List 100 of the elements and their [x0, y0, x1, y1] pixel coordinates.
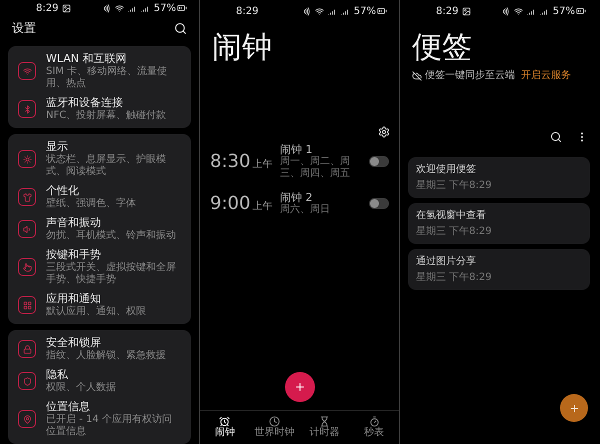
settings-item-subtitle: 指纹、人脸解锁、紧急救援 [46, 350, 166, 362]
settings-item-subtitle: 已开启 - 14 个应用有权访问位置信息 [46, 414, 173, 438]
settings-item[interactable]: 隐私 权限、个人数据 [8, 365, 191, 397]
settings-item[interactable]: 蓝牙和设备连接 NFC、投射屏幕、触碰付款 [8, 93, 191, 125]
signal-icon [540, 6, 549, 16]
note-date: 星期三 下午8:29 [416, 180, 493, 192]
note-card[interactable]: 欢迎使用便签 星期三 下午8:29 [408, 157, 590, 198]
note-title: 在氢视窗中查看 [416, 209, 487, 222]
settings-item-title: 蓝牙和设备连接 [46, 96, 124, 110]
settings-item[interactable]: WLAN 和互联网 SIM 卡、移动网络、流量使用、热点 [8, 49, 191, 93]
settings-item-subtitle: 三段式开关、虚拟按键和全屏手势、快捷手势 [46, 262, 177, 286]
settings-item-subtitle: 状态栏、息屏显示、护眼模式、阅读模式 [46, 154, 167, 178]
battery-icon [576, 6, 586, 16]
wifi-icon [114, 4, 124, 13]
speaker-icon [18, 220, 36, 238]
settings-icon[interactable] [378, 126, 390, 138]
nav-tab[interactable]: 闹钟 [200, 411, 250, 444]
note-card[interactable]: 通过图片分享 星期三 下午8:29 [408, 249, 590, 290]
note-title: 通过图片分享 [416, 255, 477, 268]
settings-item[interactable]: 个性化 壁纸、强调色、字体 [8, 181, 191, 213]
wifi-icon [514, 6, 523, 16]
settings-item-title: 应用和通知 [46, 292, 102, 306]
wifi-icon [314, 6, 324, 16]
settings-item-subtitle: 默认应用、通知、权限 [46, 306, 146, 318]
settings-item-title: 隐私 [46, 368, 69, 382]
settings-item[interactable]: 按键和手势 三段式开关、虚拟按键和全屏手势、快捷手势 [8, 245, 191, 289]
enable-cloud-link[interactable]: 开启云服务 [521, 68, 571, 83]
settings-item-subtitle: SIM 卡、移动网络、流量使用、热点 [46, 66, 168, 90]
stopwatch-icon [368, 416, 380, 427]
note-title: 欢迎使用便签 [416, 163, 477, 176]
wifi-icon [18, 62, 36, 80]
status-time: 8:29 [436, 4, 458, 18]
signal-icon [140, 4, 150, 13]
signal-icon [526, 6, 536, 16]
alarm-clock-icon [219, 416, 230, 427]
nav-tab[interactable]: 计时器 [300, 411, 350, 444]
shield-icon [18, 372, 36, 390]
settings-item-subtitle: 权限、个人数据 [46, 382, 116, 394]
alarm-toggle[interactable] [369, 198, 389, 208]
nfc-icon [102, 4, 111, 13]
alarm-name: 闹钟 2 [280, 190, 314, 204]
settings-item-title: 显示 [46, 140, 69, 154]
signal-icon [128, 4, 137, 13]
image-icon [62, 4, 72, 13]
status-time: 8:29 [36, 2, 58, 16]
search-icon[interactable] [174, 22, 187, 35]
plus-icon [294, 381, 306, 393]
settings-item-subtitle: NFC、投射屏幕、触碰付款 [46, 110, 166, 122]
screen-title: 设置 [12, 20, 36, 38]
add-alarm-button[interactable] [284, 372, 314, 402]
alarm-period: 上午 [252, 200, 272, 214]
settings-item[interactable]: 安全和锁屏 指纹、人脸解锁、紧急救援 [8, 333, 191, 365]
nav-tab[interactable]: 世界时钟 [250, 411, 300, 444]
alarm-toggle[interactable] [369, 156, 389, 166]
screen-title: 闹钟 [212, 30, 273, 66]
settings-item[interactable]: 应用和通知 默认应用、通知、权限 [8, 289, 191, 321]
clock-icon [269, 416, 280, 427]
sun-icon [18, 150, 36, 168]
note-card[interactable]: 在氢视窗中查看 星期三 下午8:29 [408, 203, 590, 244]
plus-icon [568, 402, 580, 414]
settings-item-subtitle: 勿扰、耳机模式、铃声和振动 [46, 230, 176, 242]
sync-notice: 便签一键同步至云端 [425, 68, 515, 83]
alarm-time: 8:30 [210, 150, 250, 174]
battery-level: 57% [552, 4, 575, 18]
alarm-days: 周六、周日 [280, 204, 369, 216]
battery-icon [377, 6, 387, 16]
note-date: 星期三 下午8:29 [416, 226, 493, 238]
nav-tab[interactable]: 秒表 [349, 411, 399, 444]
nfc-icon [302, 6, 311, 16]
battery-level: 57% [154, 2, 176, 16]
note-date: 星期三 下午8:29 [416, 272, 493, 284]
settings-item-title: 安全和锁屏 [46, 336, 102, 350]
status-time: 8:29 [236, 4, 258, 18]
settings-item[interactable]: 声音和振动 勿扰、耳机模式、铃声和振动 [8, 213, 191, 245]
hourglass-icon [318, 416, 330, 427]
settings-item-title: 个性化 [46, 184, 80, 198]
settings-item[interactable]: 显示 状态栏、息屏显示、护眼模式、阅读模式 [8, 137, 191, 181]
signal-icon [328, 6, 337, 16]
grid-icon [18, 296, 36, 314]
add-note-button[interactable] [560, 394, 588, 422]
bluetooth-icon [18, 100, 36, 118]
shirt-icon [18, 188, 36, 206]
signal-icon [340, 6, 350, 16]
alarm-time: 9:00 [210, 192, 250, 216]
alarm-days: 周一、周二、周三、周四、周五 [280, 156, 369, 180]
settings-item-title: 按键和手势 [46, 248, 102, 262]
nfc-icon [500, 6, 510, 16]
settings-item-subtitle: 壁纸、强调色、字体 [46, 198, 136, 210]
cloud-off-icon [412, 70, 422, 80]
screen-title: 便签 [412, 30, 473, 66]
settings-item-title: 声音和振动 [46, 216, 102, 230]
search-icon[interactable] [550, 131, 562, 143]
alarm-name: 闹钟 1 [280, 142, 314, 156]
settings-item[interactable]: 位置信息 已开启 - 14 个应用有权访问位置信息 [8, 397, 191, 441]
alarm-period: 上午 [252, 158, 272, 172]
settings-item-title: 位置信息 [46, 400, 91, 414]
pointer-hand-icon [18, 258, 36, 276]
alarm-row[interactable]: 8:30 上午 闹钟 1 周一、周二、周三、周四、周五 [200, 142, 399, 180]
battery-level: 57% [354, 4, 376, 18]
map-pin-icon [18, 410, 36, 428]
